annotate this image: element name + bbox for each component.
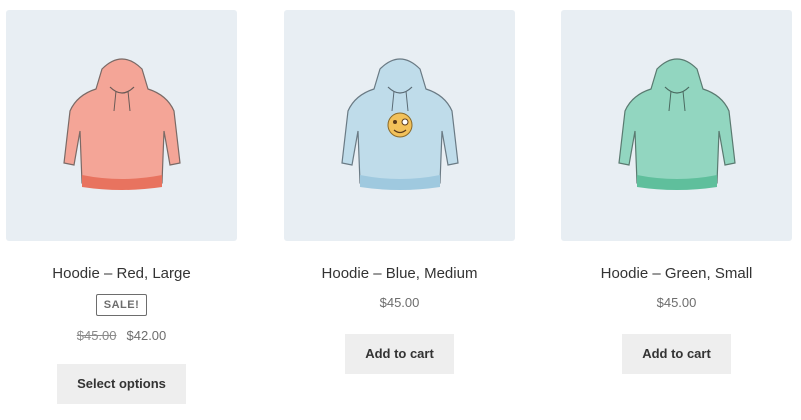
product-card-hoodie-blue: Hoodie – Blue, Medium $45.00 Add to cart (284, 10, 515, 374)
product-title[interactable]: Hoodie – Red, Large (6, 265, 237, 283)
hoodie-red-image (62, 57, 181, 190)
hoodie-green-image (617, 57, 736, 190)
product-price: $45.00 (656, 295, 697, 310)
sale-price: $42.00 (126, 328, 167, 343)
product-image-link[interactable] (284, 10, 515, 241)
product-title[interactable]: Hoodie – Blue, Medium (284, 265, 515, 283)
sale-badge: SALE! (95, 294, 148, 316)
add-to-cart-button[interactable]: Add to cart (622, 334, 731, 374)
product-price: $45.00 $42.00 (6, 328, 237, 344)
hoodie-blue-image (340, 57, 459, 190)
product-image-link[interactable] (6, 10, 237, 241)
product-image-link[interactable] (561, 10, 792, 241)
old-price: $45.00 (76, 328, 117, 343)
product-title[interactable]: Hoodie – Green, Small (561, 265, 792, 283)
add-to-cart-button[interactable]: Add to cart (345, 334, 454, 374)
product-card-hoodie-red: Hoodie – Red, Large SALE! $45.00 $42.00 S… (6, 10, 237, 404)
product-card-hoodie-green: Hoodie – Green, Small $45.00 Add to cart (561, 10, 792, 374)
select-options-button[interactable]: Select options (57, 364, 186, 404)
product-price: $45.00 (379, 295, 420, 310)
